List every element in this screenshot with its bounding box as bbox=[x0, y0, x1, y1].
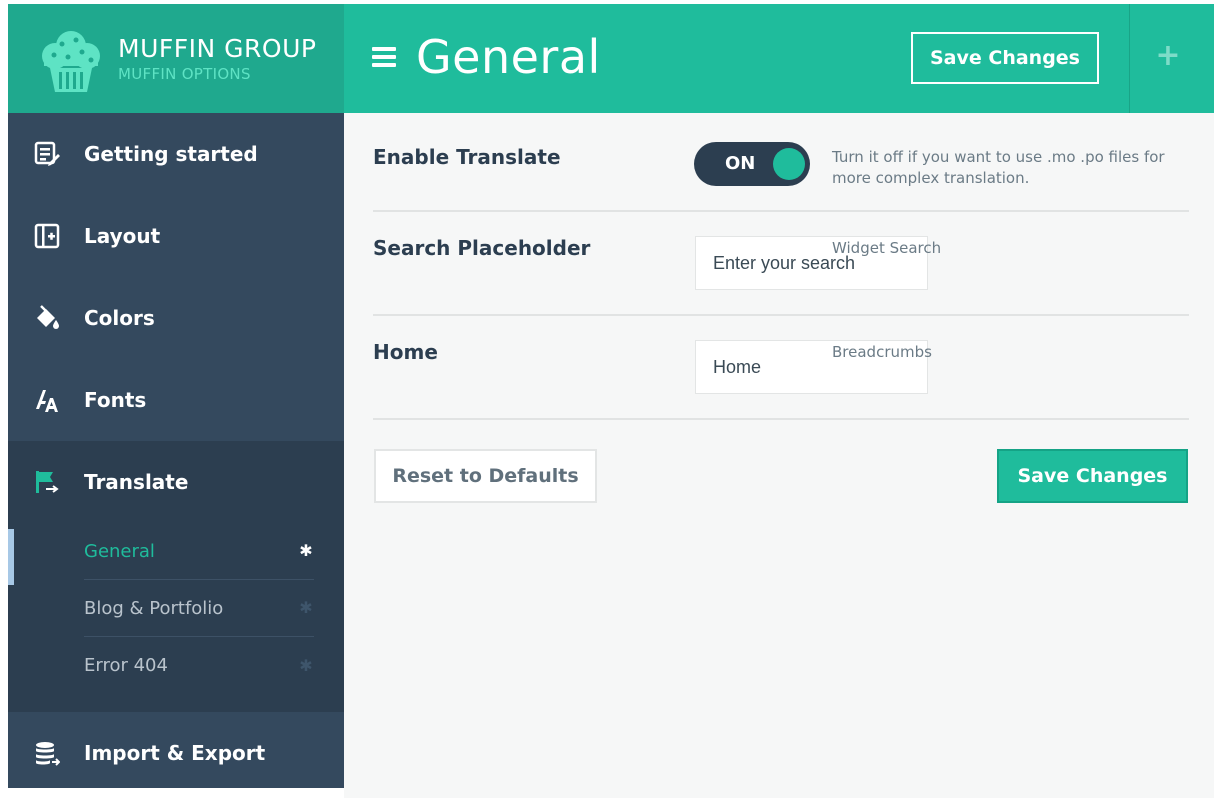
plus-icon[interactable]: + bbox=[1154, 41, 1182, 71]
gear-icon: ✱ bbox=[299, 655, 313, 675]
flag-icon bbox=[34, 469, 60, 495]
database-icon bbox=[34, 740, 60, 766]
submenu-item-label: Error 404 bbox=[84, 655, 168, 676]
translate-submenu: General ✱ Blog & Portfolio ✱ Error 404 ✱ bbox=[8, 523, 344, 712]
edit-note-icon bbox=[34, 141, 60, 167]
setting-row-home: Home Breadcrumbs bbox=[373, 316, 1189, 420]
header-save-button[interactable]: Save Changes bbox=[911, 32, 1099, 84]
sidebar-item-label: Translate bbox=[84, 470, 189, 494]
setting-row-enable-translate: Enable Translate ON Turn it off if you w… bbox=[373, 113, 1189, 212]
sidebar-item-import-export[interactable]: Import & Export bbox=[8, 712, 344, 794]
sidebar-item-label: Layout bbox=[84, 224, 161, 248]
home-description: Breadcrumbs bbox=[832, 343, 932, 361]
font-icon bbox=[34, 387, 60, 413]
hamburger-icon[interactable] bbox=[372, 47, 396, 67]
submenu-item-general[interactable]: General ✱ bbox=[84, 523, 314, 580]
enable-translate-toggle[interactable]: ON bbox=[694, 142, 810, 186]
sidebar-item-fonts[interactable]: Fonts bbox=[8, 359, 344, 441]
enable-translate-label: Enable Translate bbox=[373, 145, 561, 169]
brand-subtitle: MUFFIN OPTIONS bbox=[118, 65, 251, 83]
layout-icon bbox=[34, 223, 60, 249]
page-title: General bbox=[416, 30, 601, 84]
sidebar-item-label: Getting started bbox=[84, 142, 258, 166]
page-heading: General bbox=[372, 30, 601, 84]
save-changes-button[interactable]: Save Changes bbox=[997, 449, 1188, 503]
sidebar-item-getting-started[interactable]: Getting started bbox=[8, 113, 344, 195]
home-label: Home bbox=[373, 340, 438, 364]
sidebar-item-colors[interactable]: Colors bbox=[8, 277, 344, 359]
muffin-icon bbox=[42, 31, 100, 92]
settings-panel: Enable Translate ON Turn it off if you w… bbox=[344, 113, 1214, 798]
brand-logo[interactable]: MUFFIN GROUP MUFFIN OPTIONS bbox=[8, 4, 344, 113]
sidebar-item-label: Fonts bbox=[84, 388, 147, 412]
gear-icon: ✱ bbox=[299, 541, 313, 560]
sidebar-item-label: Import & Export bbox=[84, 741, 266, 765]
enable-translate-description: Turn it off if you want to use .mo .po f… bbox=[832, 148, 1165, 187]
header-divider bbox=[1129, 4, 1130, 113]
active-indicator bbox=[8, 529, 14, 585]
submenu-item-label: General bbox=[84, 540, 155, 562]
search-placeholder-description: Widget Search bbox=[832, 239, 942, 257]
paint-bucket-icon bbox=[34, 305, 60, 331]
sidebar-item-translate[interactable]: Translate bbox=[8, 441, 344, 523]
submenu-item-error-404[interactable]: Error 404 ✱ bbox=[84, 637, 314, 694]
setting-row-search-placeholder: Search Placeholder Widget Search bbox=[373, 212, 1189, 316]
toggle-knob bbox=[773, 148, 805, 180]
sidebar-item-label: Colors bbox=[84, 306, 155, 330]
toggle-state-text: ON bbox=[725, 153, 756, 174]
brand-title: MUFFIN GROUP bbox=[118, 34, 317, 63]
search-placeholder-label: Search Placeholder bbox=[373, 236, 591, 260]
submenu-item-label: Blog & Portfolio bbox=[84, 597, 224, 619]
submenu-item-blog-portfolio[interactable]: Blog & Portfolio ✱ bbox=[84, 580, 314, 637]
sidebar-item-layout[interactable]: Layout bbox=[8, 195, 344, 277]
header-bar: General Save Changes + bbox=[344, 4, 1214, 113]
reset-defaults-button[interactable]: Reset to Defaults bbox=[374, 449, 597, 503]
gear-icon: ✱ bbox=[299, 598, 313, 617]
sidebar: MUFFIN GROUP MUFFIN OPTIONS Getting star… bbox=[8, 4, 344, 788]
